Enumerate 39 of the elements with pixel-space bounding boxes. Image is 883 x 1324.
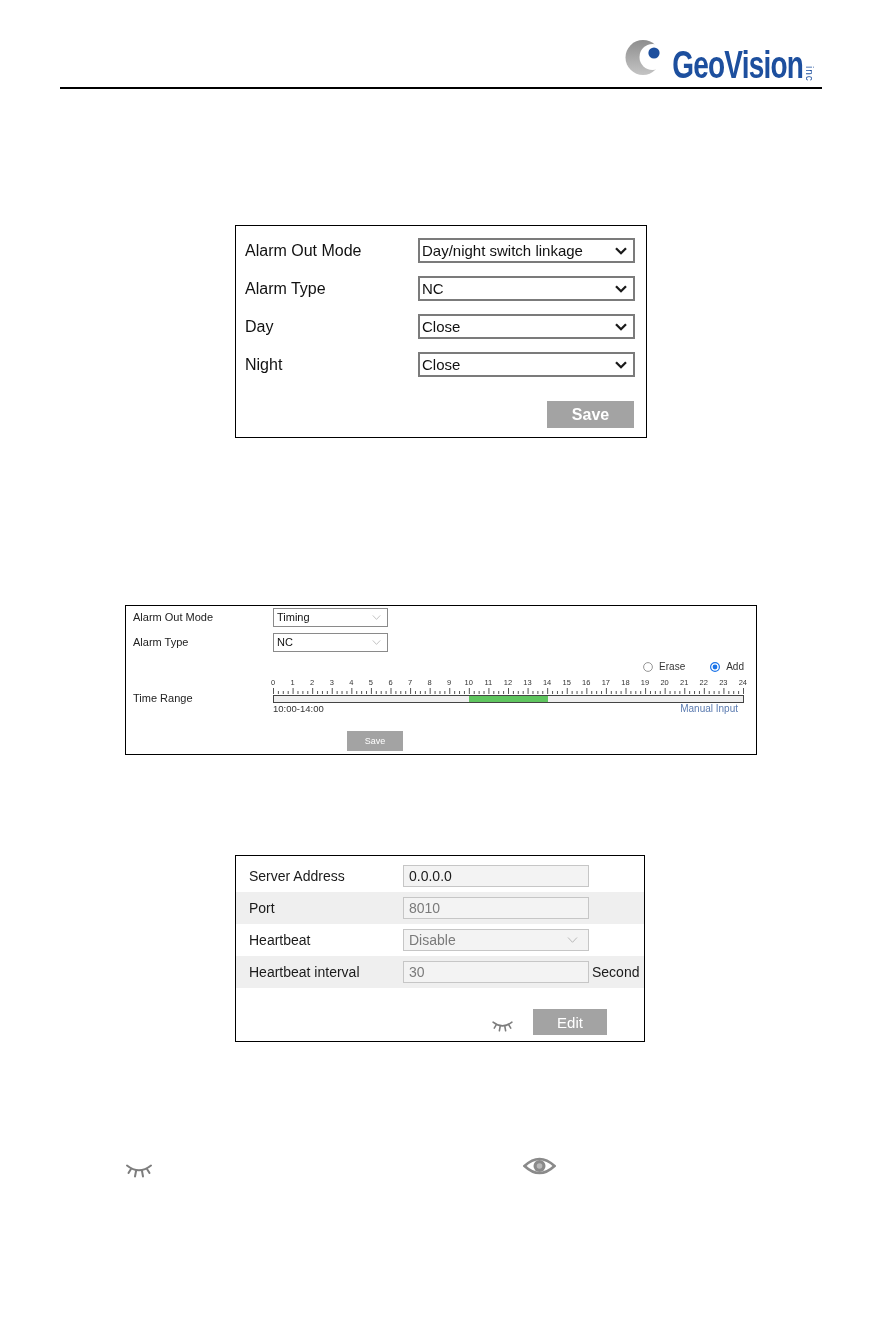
eye-open-icon (523, 1155, 556, 1177)
logo-text: GeoVision (672, 45, 803, 85)
eye-closed-icon[interactable] (492, 1021, 513, 1032)
radio-icon[interactable] (643, 662, 654, 672)
time-range-bar[interactable] (273, 695, 744, 703)
field-label: Day (245, 316, 275, 337)
chevron-down-icon (372, 640, 381, 645)
field-label: Heartbeat (249, 930, 312, 950)
field-label: Alarm Out Mode (245, 240, 363, 261)
dropdown-field[interactable]: Close (418, 314, 635, 339)
field-label: Port (249, 898, 276, 918)
dropdown-field[interactable]: Close (418, 352, 635, 377)
chevron-down-icon (615, 322, 627, 331)
field-label: Alarm Type (133, 635, 190, 651)
radio-option[interactable]: Add (710, 661, 744, 673)
manual-input-link[interactable]: Manual Input (680, 703, 738, 714)
chevron-down-icon (567, 937, 578, 943)
radio-icon[interactable] (710, 662, 721, 672)
field-label: Heartbeat interval (249, 962, 361, 982)
chevron-down-icon (372, 615, 381, 620)
field-label: Alarm Out Mode (133, 610, 215, 626)
field-label: Server Address (249, 866, 346, 886)
dropdown-field[interactable]: Day/night switch linkage (418, 238, 635, 263)
time-range-text: 10:00-14:00 (273, 703, 324, 714)
field-label: Alarm Type (245, 278, 327, 299)
chevron-down-icon (615, 360, 627, 369)
radio-option[interactable]: Erase (643, 661, 686, 673)
dropdown-field[interactable]: NC (418, 276, 635, 301)
text-field[interactable]: 0.0.0.0 (403, 865, 589, 887)
field-label: Night (245, 354, 284, 375)
chevron-down-icon (615, 246, 627, 255)
chevron-down-icon (615, 284, 627, 293)
hour-slot[interactable] (723, 696, 744, 702)
unit-label: Second (592, 962, 640, 982)
dropdown-field[interactable]: Timing (273, 608, 388, 627)
logo-suffix-text: inc (804, 66, 814, 82)
eye-closed-icon[interactable] (126, 1164, 152, 1178)
field-label: Time Range (133, 692, 194, 705)
dropdown-field[interactable]: NC (273, 633, 388, 652)
